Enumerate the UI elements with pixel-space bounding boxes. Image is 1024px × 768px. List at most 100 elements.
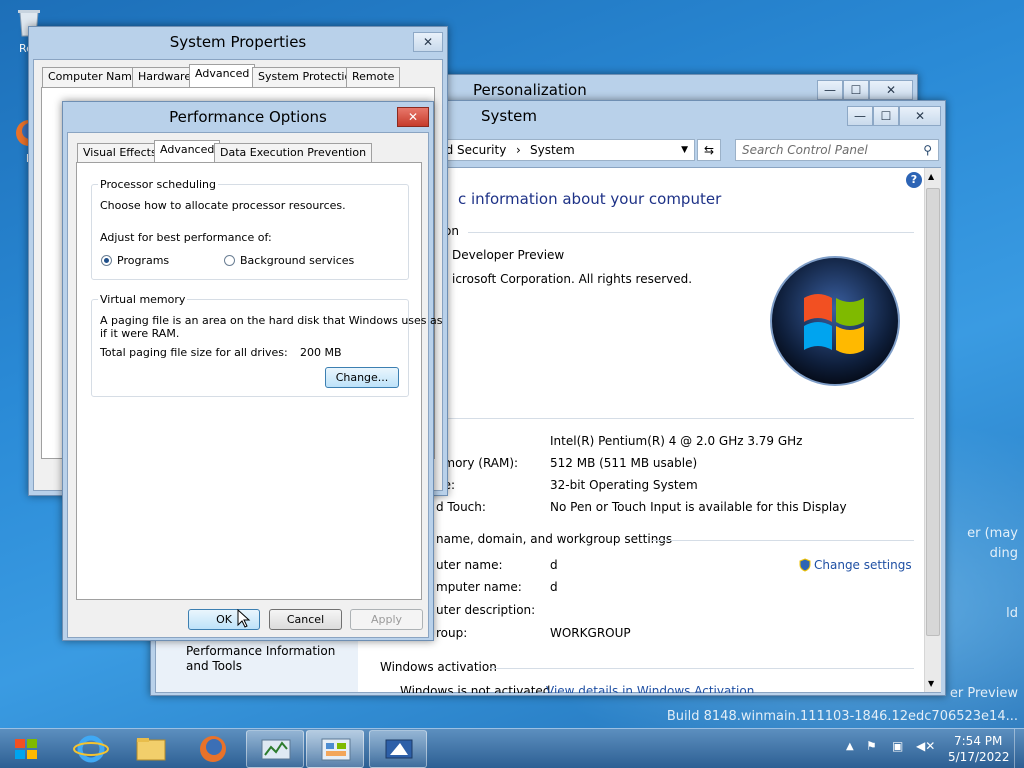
search-placeholder: Search Control Panel	[742, 143, 868, 157]
window-title: System Properties	[169, 33, 307, 51]
activation-status: Windows is not activated	[400, 684, 551, 693]
edition-value: Developer Preview	[452, 248, 565, 262]
name-value: WORKGROUP	[550, 626, 631, 640]
processor-desc: Choose how to allocate processor resourc…	[100, 199, 346, 212]
file-explorer-icon	[136, 738, 166, 761]
tab-computer-name[interactable]: Computer Name	[42, 67, 145, 87]
perf-info-link[interactable]: Performance Information and Tools	[186, 644, 356, 674]
clock-date[interactable]: 5/17/2022	[948, 750, 1010, 764]
name-label: roup:	[436, 626, 468, 640]
minimize-button[interactable]: —	[817, 80, 843, 100]
clock-time[interactable]: 7:54 PM	[954, 734, 1002, 748]
activation-link[interactable]: View details in Windows Activation	[546, 684, 754, 693]
mouse-cursor-icon	[237, 608, 251, 629]
divider	[436, 418, 914, 419]
divider	[652, 540, 914, 541]
radio-background-services[interactable]	[224, 255, 235, 266]
spec-value: No Pen or Touch Input is available for t…	[550, 500, 847, 514]
scroll-down-icon[interactable]: ▼	[928, 679, 934, 688]
refresh-button[interactable]: ⇆	[697, 139, 721, 161]
group-label: Processor scheduling	[98, 178, 219, 191]
radio-programs-label[interactable]: Programs	[117, 254, 169, 267]
spec-value: 512 MB (511 MB usable)	[550, 456, 698, 470]
window-title: Performance Options	[169, 108, 327, 126]
taskbar-firefox[interactable]	[184, 730, 242, 768]
breadcrumb-prefix[interactable]: nd Security	[438, 140, 506, 160]
action-center-flag-icon[interactable]: ⚑	[866, 739, 877, 753]
adjust-label: Adjust for best performance of:	[100, 231, 272, 244]
name-label: uter description:	[436, 603, 536, 617]
tab-advanced[interactable]: Advanced	[189, 64, 256, 87]
chevron-down-icon[interactable]: ▼	[681, 140, 688, 160]
show-desktop-button[interactable]	[1014, 729, 1024, 768]
volume-muted-icon[interactable]: ◀✕	[916, 739, 935, 753]
radio-programs[interactable]	[101, 255, 112, 266]
close-button[interactable]: ✕	[413, 32, 443, 52]
search-input[interactable]: Search Control Panel ⚲	[735, 139, 939, 161]
minimize-button[interactable]: —	[847, 106, 873, 126]
help-icon[interactable]: ?	[906, 172, 922, 188]
name-label: mputer name:	[436, 580, 522, 594]
scroll-up-icon[interactable]: ▲	[928, 172, 934, 181]
maximize-button[interactable]: ☐	[873, 106, 899, 126]
spec-value: Intel(R) Pentium(R) 4 @ 2.0 GHz 3.79 GHz	[550, 434, 803, 448]
spec-label: d Touch:	[436, 500, 486, 514]
paging-total-value: 200 MB	[300, 346, 342, 359]
section-computer-name: name, domain, and workgroup settings	[436, 532, 673, 546]
name-value: d	[550, 558, 558, 572]
group-label: Virtual memory	[98, 293, 188, 306]
taskbar-internet-explorer[interactable]	[62, 730, 120, 768]
internet-explorer-icon	[73, 735, 109, 763]
virtual-memory-group: Virtual memory A paging file is an area …	[91, 293, 443, 397]
paging-total-label: Total paging file size for all drives:	[100, 346, 288, 359]
taskbar-performance-monitor[interactable]	[246, 730, 304, 768]
control-panel-icon	[321, 738, 351, 761]
start-button[interactable]	[0, 729, 54, 768]
tab-hardware[interactable]: Hardware	[132, 67, 198, 87]
change-button[interactable]: Change...	[325, 367, 399, 388]
close-button[interactable]: ✕	[397, 107, 429, 127]
section-activation: Windows activation	[380, 660, 497, 674]
processor-scheduling-group: Processor scheduling Choose how to alloc…	[91, 178, 409, 280]
radio-background-services-label[interactable]: Background services	[240, 254, 354, 267]
page-heading: c information about your computer	[458, 190, 722, 208]
apply-button: Apply	[350, 609, 423, 630]
virtual-memory-desc-1: A paging file is an area on the hard dis…	[100, 314, 443, 327]
tab-remote[interactable]: Remote	[346, 67, 401, 87]
tray-show-hidden-icon[interactable]: ▲	[846, 741, 854, 752]
name-value: d	[550, 580, 558, 594]
virtual-memory-desc-2: if it were RAM.	[100, 327, 180, 340]
search-icon: ⚲	[923, 143, 932, 157]
tab-data-execution-prevention[interactable]: Data Execution Prevention	[214, 143, 373, 163]
cancel-button[interactable]: Cancel	[269, 609, 342, 630]
divider	[468, 232, 914, 233]
breadcrumb-separator: ›	[516, 143, 521, 157]
taskbar-system-properties[interactable]	[369, 730, 427, 768]
performance-monitor-icon	[261, 739, 291, 760]
vertical-scrollbar[interactable]: ▲ ▼	[924, 168, 941, 692]
taskbar-control-panel[interactable]	[306, 730, 364, 768]
breadcrumb-current[interactable]: System	[530, 140, 575, 160]
watermark-line: er Preview	[949, 686, 1018, 701]
divider	[490, 668, 914, 669]
copyright-text: icrosoft Corporation. All rights reserve…	[452, 272, 693, 286]
spec-label: emory (RAM):	[436, 456, 519, 470]
address-bar[interactable]: nd Security › System ▼	[431, 139, 695, 161]
start-icon	[15, 739, 37, 759]
tab-advanced[interactable]: Advanced	[154, 140, 221, 163]
close-button[interactable]: ✕	[899, 106, 941, 126]
watermark-line: ding	[989, 546, 1018, 561]
watermark-line: ld	[1006, 606, 1018, 621]
uac-shield-icon	[798, 558, 812, 572]
network-icon[interactable]: ▣	[892, 739, 903, 753]
close-button[interactable]: ✕	[869, 80, 913, 100]
tab-visual-effects[interactable]: Visual Effects	[77, 143, 163, 163]
taskbar-file-explorer[interactable]	[122, 730, 180, 768]
watermark-line: er (may	[967, 526, 1018, 541]
performance-options-content: Visual Effects Advanced Data Execution P…	[67, 132, 443, 638]
maximize-button[interactable]: ☐	[843, 80, 869, 100]
change-settings-link[interactable]: Change settings	[814, 558, 912, 572]
scroll-thumb[interactable]	[926, 188, 940, 636]
performance-options-dialog[interactable]: Performance Options ✕ Visual Effects Adv…	[62, 101, 443, 641]
name-label: uter name:	[436, 558, 503, 572]
